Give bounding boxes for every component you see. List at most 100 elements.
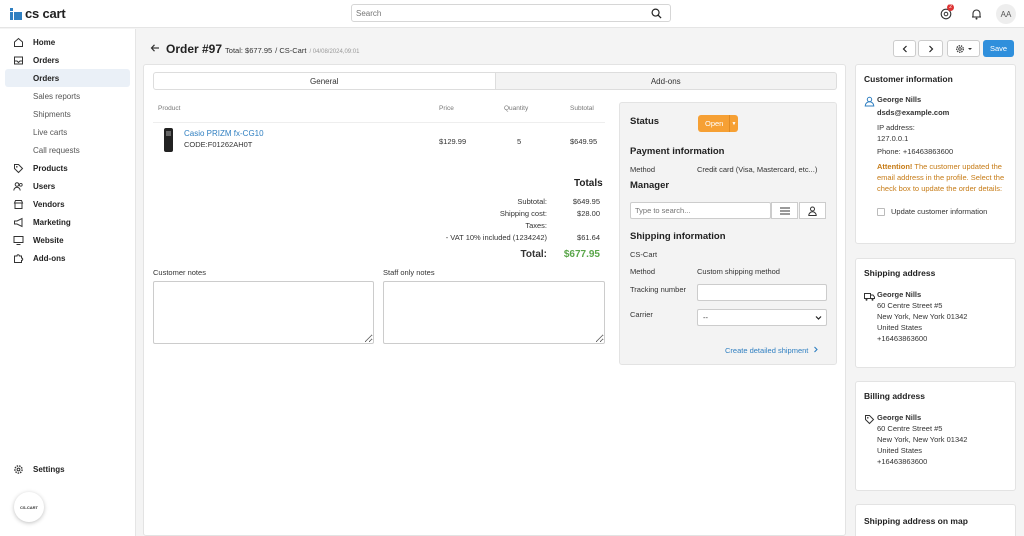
search-box[interactable] bbox=[351, 4, 671, 22]
cs-cart-chat-bubble[interactable]: CS-CART bbox=[14, 492, 44, 522]
totals-shipping-row: Shipping cost: $28.00 bbox=[344, 209, 605, 220]
sidebar-item-label: Vendors bbox=[33, 199, 65, 209]
update-customer-checkbox[interactable]: Update customer information bbox=[877, 207, 987, 216]
billing-phone-link[interactable]: +16463863600 bbox=[877, 457, 927, 466]
staff-notes-label: Staff only notes bbox=[383, 268, 435, 277]
caret-down-icon bbox=[967, 47, 972, 50]
sidebar-subitem-shipments[interactable]: Shipments bbox=[0, 105, 135, 123]
totals-subtotal-row: Subtotal: $649.95 bbox=[344, 197, 605, 208]
sidebar-item-marketing[interactable]: Marketing bbox=[0, 213, 135, 231]
sidebar-item-home[interactable]: Home bbox=[0, 33, 135, 51]
customer-info-card: Customer information George Nills dsds@e… bbox=[855, 64, 1016, 244]
user-avatar[interactable]: AA bbox=[996, 4, 1016, 24]
shipping-cost-value: $28.00 bbox=[577, 209, 600, 218]
shipping-cost-label: Shipping cost: bbox=[499, 209, 547, 218]
tabs: General Add-ons bbox=[153, 72, 837, 90]
shipping-address-title: Shipping address bbox=[864, 268, 936, 278]
tracking-number-label: Tracking number bbox=[630, 285, 686, 294]
sidebar-item-products[interactable]: Products bbox=[0, 159, 135, 177]
sidebar-subitem-live-carts[interactable]: Live carts bbox=[0, 123, 135, 141]
tab-add-ons[interactable]: Add-ons bbox=[495, 72, 837, 90]
tag-icon bbox=[13, 163, 24, 174]
create-shipment-link[interactable]: Create detailed shipment bbox=[725, 346, 819, 355]
search-icon[interactable] bbox=[651, 8, 662, 19]
tracking-number-field[interactable] bbox=[697, 284, 827, 301]
customer-notes-textarea[interactable] bbox=[153, 281, 374, 344]
shipping-phone-link[interactable]: +16463863600 bbox=[877, 334, 927, 343]
user-icon bbox=[808, 206, 817, 216]
table-divider bbox=[153, 122, 605, 123]
create-shipment-label: Create detailed shipment bbox=[725, 346, 809, 355]
product-subtotal: $649.95 bbox=[570, 137, 598, 146]
customer-name-link[interactable]: George Nills bbox=[877, 95, 921, 104]
users-icon bbox=[13, 181, 24, 192]
user-icon bbox=[864, 96, 875, 107]
status-dropdown[interactable]: Open ▼ bbox=[698, 115, 738, 132]
payment-method-label: Method bbox=[630, 165, 656, 174]
sidebar-subitem-orders[interactable]: Orders bbox=[5, 69, 130, 87]
sidebar-item-label: Orders bbox=[33, 55, 60, 65]
manager-title: Manager bbox=[630, 180, 670, 191]
billing-street: 60 Centre Street #5 bbox=[877, 424, 943, 433]
order-total: Total: $677.95 bbox=[225, 46, 273, 55]
sidebar-item-label: Marketing bbox=[33, 217, 71, 227]
status-panel: Status Open ▼ Payment information Method… bbox=[619, 102, 837, 365]
logo-text: cs cart bbox=[25, 6, 66, 21]
chevron-right-icon bbox=[814, 346, 819, 353]
cs-cart-logo[interactable]: cs cart bbox=[10, 6, 66, 21]
sidebar-item-users[interactable]: Users bbox=[0, 177, 135, 195]
monitor-icon bbox=[13, 235, 24, 246]
email-change-warning: Attention! The customer updated the emai… bbox=[877, 161, 1009, 194]
sidebar-item-website[interactable]: Website bbox=[0, 231, 135, 249]
tracking-number-input[interactable] bbox=[698, 285, 826, 300]
puzzle-icon bbox=[13, 253, 24, 264]
next-order-button[interactable] bbox=[918, 40, 943, 57]
tab-general[interactable]: General bbox=[153, 72, 496, 90]
product-name-link[interactable]: Casio PRIZM fx-CG10 bbox=[184, 129, 264, 138]
sidebar-subitem-sales-reports[interactable]: Sales reports bbox=[0, 87, 135, 105]
sidebar-item-vendors[interactable]: Vendors bbox=[0, 195, 135, 213]
list-icon bbox=[779, 207, 790, 214]
vat-label: - VAT 10% included (1234242) bbox=[445, 233, 547, 242]
help-button[interactable]: 2 bbox=[936, 4, 956, 24]
sidebar-item-label: Users bbox=[33, 181, 56, 191]
shipping-method-label: Method bbox=[630, 267, 656, 276]
checkbox[interactable] bbox=[877, 207, 885, 216]
carrier-select[interactable]: -- bbox=[697, 309, 827, 326]
manager-search-field[interactable] bbox=[630, 202, 771, 219]
product-price: $129.99 bbox=[439, 137, 467, 146]
settings-dropdown-button[interactable] bbox=[947, 40, 980, 57]
shipping-city: New York, New York 01342 bbox=[877, 312, 968, 321]
product-image[interactable] bbox=[164, 128, 173, 152]
save-button[interactable]: Save bbox=[983, 40, 1014, 57]
sidebar-item-add-ons[interactable]: Add-ons bbox=[0, 249, 135, 267]
shipping-address-card: Shipping address George Nills 60 Centre … bbox=[855, 258, 1016, 368]
search-input[interactable] bbox=[352, 5, 642, 21]
map-card: Shipping address on map bbox=[855, 504, 1016, 536]
manager-list-button[interactable] bbox=[771, 202, 798, 219]
sidebar-item-orders[interactable]: Orders bbox=[0, 51, 135, 69]
main-panel: General Add-ons Product Price Quantity S… bbox=[143, 64, 846, 536]
sidebar-item-label: Settings bbox=[33, 464, 65, 474]
billing-address-title: Billing address bbox=[864, 391, 925, 401]
order-store: / CS-Cart bbox=[275, 46, 307, 55]
chevron-right-icon bbox=[928, 45, 933, 52]
notifications-button[interactable] bbox=[966, 4, 986, 24]
prev-order-button[interactable] bbox=[893, 40, 916, 57]
staff-notes-textarea[interactable] bbox=[383, 281, 605, 344]
customer-email-link[interactable]: dsds@example.com bbox=[877, 108, 949, 117]
shipping-store: CS-Cart bbox=[630, 250, 658, 259]
carrier-selected-value: -- bbox=[703, 313, 708, 322]
status-title: Status bbox=[630, 116, 660, 127]
manager-search-input[interactable] bbox=[631, 203, 770, 218]
shipping-street: 60 Centre Street #5 bbox=[877, 301, 943, 310]
home-icon bbox=[13, 37, 24, 48]
update-customer-label: Update customer information bbox=[891, 207, 988, 216]
sidebar-item-settings[interactable]: Settings bbox=[0, 460, 136, 478]
manager-assign-button[interactable] bbox=[799, 202, 826, 219]
back-arrow-icon[interactable] bbox=[150, 43, 160, 53]
status-value: Open bbox=[705, 119, 724, 128]
top-icons: 2 AA bbox=[936, 4, 1016, 24]
sidebar-subitem-call-requests[interactable]: Call requests bbox=[0, 141, 135, 159]
warning-title: Attention! bbox=[877, 162, 913, 171]
